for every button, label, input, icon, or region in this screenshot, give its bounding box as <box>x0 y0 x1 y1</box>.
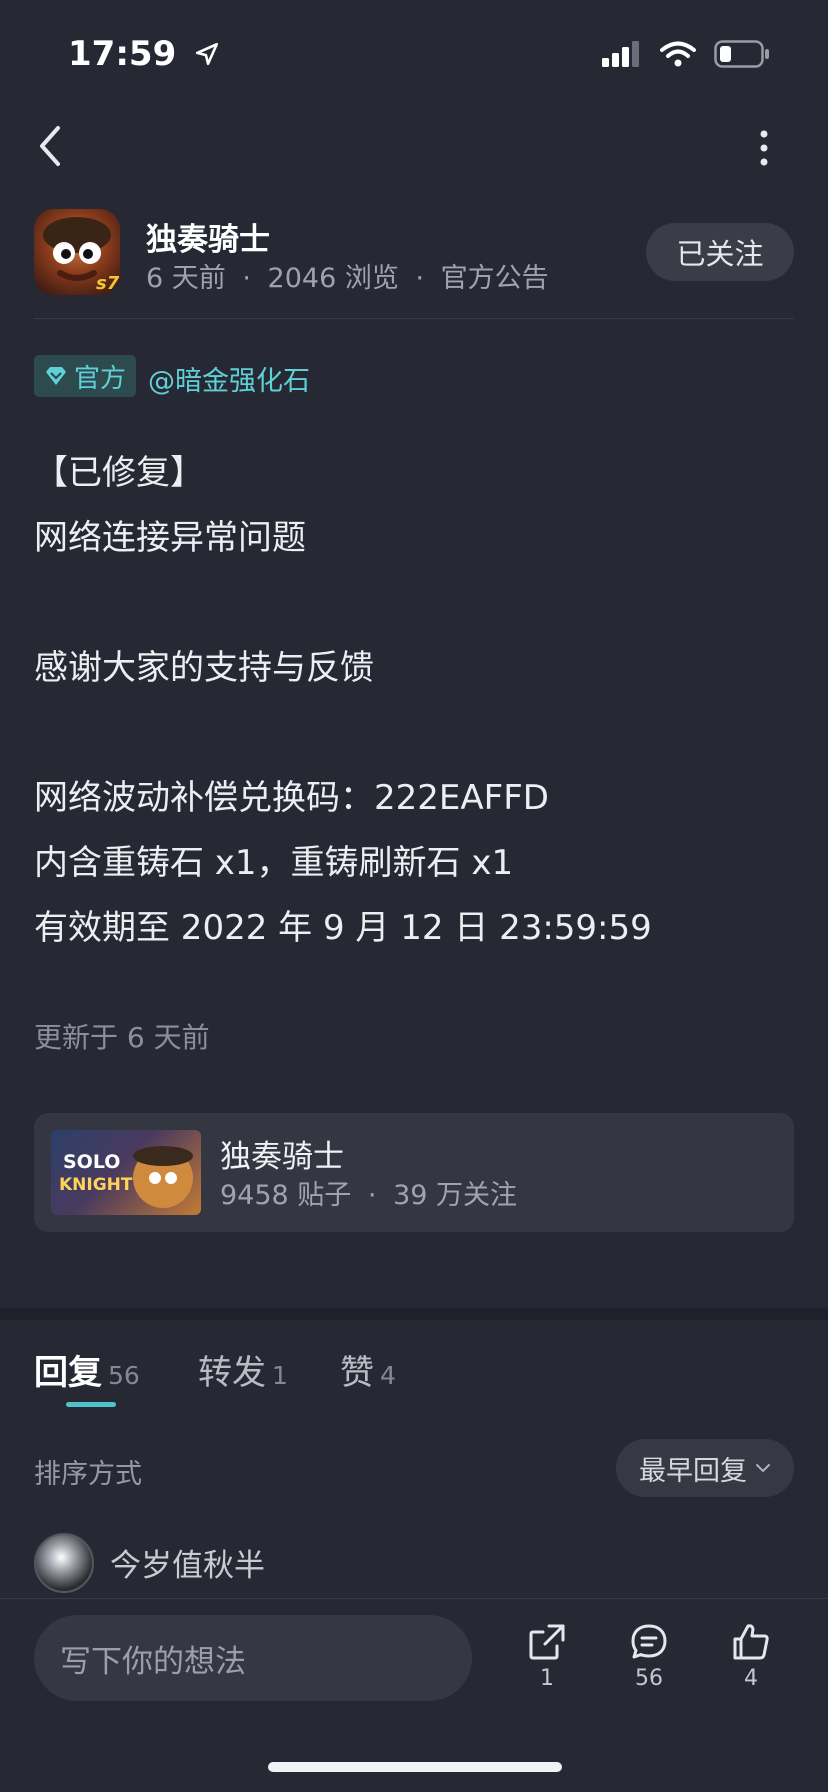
back-icon[interactable] <box>30 120 74 172</box>
tab-count: 56 <box>108 1361 140 1390</box>
post-line: 感谢大家的支持与反馈 <box>34 648 374 688</box>
section-separator <box>0 1308 828 1320</box>
tab-label: 赞 <box>340 1353 374 1393</box>
post-line: 有效期至 2022 年 9 月 12 日 23:59:59 <box>34 908 652 948</box>
tab-count: 4 <box>380 1361 396 1390</box>
post-line: 【已修复】 <box>34 453 204 493</box>
game-card-title: 独奏骑士 <box>220 1139 344 1175</box>
share-icon <box>529 1624 565 1660</box>
active-tab-indicator <box>66 1402 116 1407</box>
tab-likes[interactable]: 赞 4 <box>340 1345 396 1394</box>
thumb-text-knight: KNIGHT <box>59 1175 133 1195</box>
comment-icon <box>631 1624 667 1659</box>
divider <box>34 318 794 319</box>
updated-time: 更新于 6 天前 <box>34 1021 210 1054</box>
post-time: 6 天前 <box>146 263 226 294</box>
wifi-icon <box>660 41 696 67</box>
tab-count: 1 <box>272 1361 288 1390</box>
status-time: 17:59 <box>68 34 220 74</box>
game-followers: 39 万关注 <box>393 1180 518 1211</box>
game-posts: 9458 贴子 <box>220 1180 352 1211</box>
post-line <box>34 701 794 766</box>
status-time-text: 17:59 <box>68 34 177 74</box>
cellular-signal-icon <box>602 41 639 67</box>
sort-dropdown[interactable]: 最早回复 <box>616 1439 794 1497</box>
official-label: 官方 <box>74 363 127 394</box>
official-badge: 官方 <box>34 355 137 397</box>
share-button[interactable]: 1 <box>512 1622 582 1691</box>
comment-button[interactable]: 56 <box>614 1622 684 1691</box>
post-line: 网络波动补偿兑换码：222EAFFD <box>34 778 549 818</box>
knight-face-icon: s7 <box>43 217 120 294</box>
post-line: 内含重铸石 x1，重铸刷新石 x1 <box>34 843 514 883</box>
svg-text:s7: s7 <box>96 273 120 294</box>
follow-button[interactable]: 已关注 <box>646 223 794 281</box>
location-arrow-icon <box>196 42 219 66</box>
post-content: 【已修复】 网络连接异常问题 感谢大家的支持与反馈 网络波动补偿兑换码：222E… <box>34 441 794 961</box>
meta-separator: · <box>242 263 251 294</box>
meta-separator: · <box>415 263 425 294</box>
post-meta: 6 天前 · 2046 浏览 · 官方公告 <box>146 256 549 295</box>
chevron-down-icon <box>756 1464 770 1473</box>
author-avatar[interactable]: s7 <box>34 209 120 295</box>
home-indicator <box>268 1762 562 1772</box>
comment-input[interactable]: 写下你的想法 <box>34 1615 472 1701</box>
post-line <box>34 571 794 636</box>
tab-reposts[interactable]: 转发 1 <box>198 1345 288 1394</box>
meta-separator: · <box>367 1180 377 1211</box>
reply-avatar[interactable] <box>34 1533 94 1593</box>
author-name[interactable]: 独奏骑士 <box>146 214 270 259</box>
battery-icon <box>714 40 769 68</box>
like-count: 4 <box>744 1666 758 1691</box>
mention-link[interactable]: @暗金强化石 <box>148 359 310 398</box>
comment-count: 56 <box>635 1666 663 1691</box>
game-card[interactable]: SOLO KNIGHT 独奏骑士 9458 贴子 · 39 万关注 <box>34 1113 794 1232</box>
game-thumbnail: SOLO KNIGHT <box>51 1130 201 1215</box>
comment-placeholder: 写下你的想法 <box>60 1643 246 1680</box>
thumb-text-solo: SOLO <box>63 1151 120 1173</box>
more-options-icon[interactable] <box>752 128 776 168</box>
post-views: 2046 浏览 <box>267 263 399 294</box>
post-category[interactable]: 官方公告 <box>441 263 549 294</box>
tab-label: 回复 <box>34 1353 102 1393</box>
sort-label: 排序方式 <box>34 1459 142 1490</box>
game-card-meta: 9458 贴子 · 39 万关注 <box>220 1173 517 1212</box>
share-count: 1 <box>540 1666 554 1691</box>
tab-label: 转发 <box>198 1353 266 1393</box>
diamond-icon <box>46 367 66 385</box>
reply-username[interactable]: 今岁值秋半 <box>110 1540 265 1585</box>
game-logo: SOLO KNIGHT <box>59 1146 193 1208</box>
status-icons <box>602 40 770 68</box>
thumbs-up-icon <box>733 1624 769 1660</box>
like-button[interactable]: 4 <box>716 1622 786 1691</box>
post-line: 网络连接异常问题 <box>34 518 306 558</box>
tab-replies[interactable]: 回复 56 <box>34 1345 140 1394</box>
sort-value: 最早回复 <box>639 1455 747 1487</box>
